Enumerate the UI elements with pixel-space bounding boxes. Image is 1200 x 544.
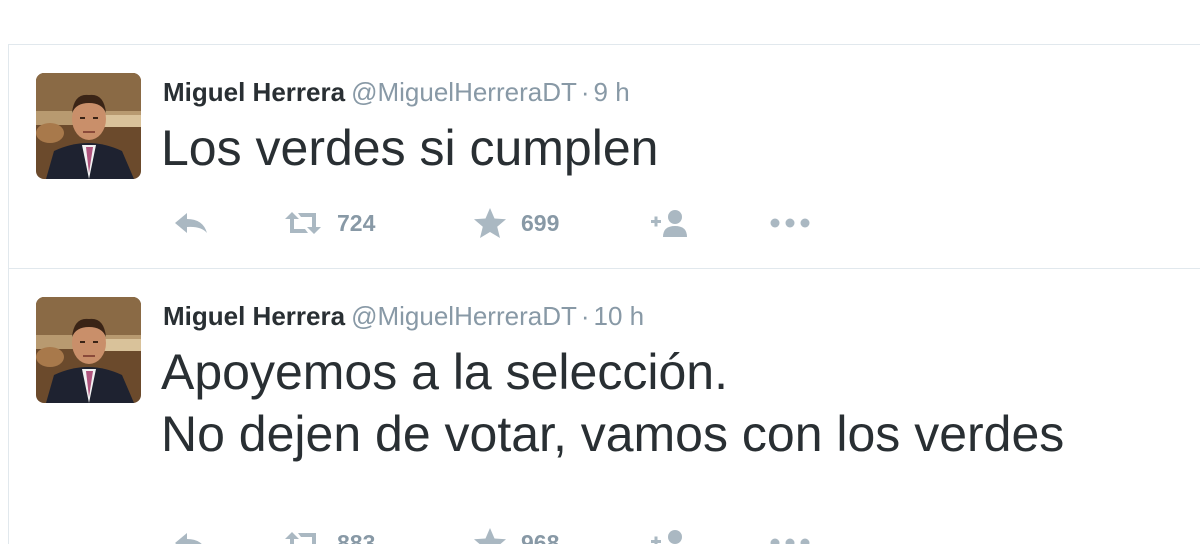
favorite-count: 699 <box>521 209 560 236</box>
favorite-button[interactable]: 968 <box>473 523 559 544</box>
more-icon <box>770 538 810 544</box>
tweet[interactable]: Miguel Herrera @MiguelHerreraDT · 10 h Apoy… <box>9 269 1200 544</box>
tweet[interactable]: Miguel Herrera @MiguelHerreraDT · 9 h Los v… <box>9 45 1200 269</box>
add-user-icon <box>651 530 682 544</box>
reply-icon <box>175 213 207 233</box>
tweet-text-line: No dejen de votar, vamos con los verdes <box>161 406 1065 462</box>
follow-button[interactable] <box>649 523 693 544</box>
retweet-button[interactable]: 883 <box>283 523 375 544</box>
tweet-text: Los verdes si cumplen <box>161 117 658 179</box>
tweet-actions: 724 699 <box>167 203 847 243</box>
retweet-button[interactable]: 724 <box>283 203 375 243</box>
reply-icon <box>175 533 202 544</box>
tweet-text: Apoyemos a la selección. No dejen de vot… <box>161 341 1064 465</box>
more-button[interactable] <box>769 203 811 243</box>
tweet-actions: 883 968 <box>167 523 847 544</box>
add-user-icon <box>651 210 687 237</box>
retweet-count: 883 <box>337 529 376 544</box>
tweet-timeline: Miguel Herrera @MiguelHerreraDT · 9 h Los v… <box>8 44 1200 544</box>
author-handle[interactable]: @MiguelHerreraDT <box>351 301 577 331</box>
tweet-time[interactable]: 9 h <box>594 77 630 107</box>
author-name[interactable]: Miguel Herrera <box>163 77 345 107</box>
star-icon <box>474 208 506 238</box>
tweet-time[interactable]: 10 h <box>594 301 645 331</box>
separator: · <box>580 77 590 107</box>
reply-button[interactable] <box>173 523 209 544</box>
retweet-count: 724 <box>337 209 376 236</box>
avatar[interactable] <box>36 297 141 403</box>
reply-button[interactable] <box>173 203 209 243</box>
tweet-text-line: Los verdes si cumplen <box>161 120 659 176</box>
follow-button[interactable] <box>649 203 693 243</box>
star-icon <box>474 528 506 544</box>
retweet-icon <box>285 532 316 544</box>
page: Miguel Herrera @MiguelHerreraDT · 9 h Los v… <box>0 0 1200 544</box>
author-handle[interactable]: @MiguelHerreraDT <box>351 77 577 107</box>
favorite-button[interactable]: 699 <box>473 203 559 243</box>
tweet-header: Miguel Herrera @MiguelHerreraDT · 9 h <box>163 75 630 109</box>
author-name[interactable]: Miguel Herrera <box>163 301 345 331</box>
retweet-icon <box>285 212 321 234</box>
separator: · <box>580 301 590 331</box>
tweet-text-line: Apoyemos a la selección. <box>161 344 728 400</box>
avatar[interactable] <box>36 73 141 179</box>
more-button[interactable] <box>769 523 811 544</box>
favorite-count: 968 <box>521 529 560 544</box>
tweet-header: Miguel Herrera @MiguelHerreraDT · 10 h <box>163 299 644 333</box>
more-icon <box>770 218 810 228</box>
